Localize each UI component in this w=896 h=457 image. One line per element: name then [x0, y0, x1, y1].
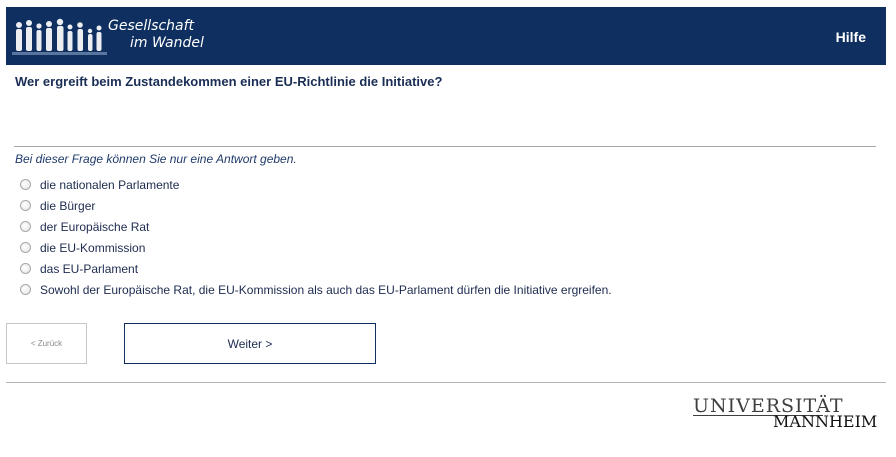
option-label: die nationalen Parlamente: [40, 178, 180, 192]
answer-option-eu-parlament[interactable]: das EU-Parlament: [20, 261, 680, 282]
answer-option-alle-drei[interactable]: Sowohl der Europäische Rat, die EU-Kommi…: [20, 282, 680, 303]
logo-title-line2: im Wandel: [130, 35, 204, 51]
radio-button[interactable]: [20, 221, 31, 232]
option-label: das EU-Parlament: [40, 262, 139, 276]
radio-button[interactable]: [20, 179, 31, 190]
radio-button[interactable]: [20, 284, 31, 295]
answer-options: die nationalen Parlamente die Bürger der…: [20, 177, 680, 303]
back-button[interactable]: < Zurück: [6, 323, 87, 364]
question-divider: [14, 146, 876, 147]
radio-button[interactable]: [20, 200, 31, 211]
footer-divider: [6, 382, 886, 383]
answer-option-nationale-parlamente[interactable]: die nationalen Parlamente: [20, 177, 680, 198]
answer-option-europaeischer-rat[interactable]: der Europäische Rat: [20, 219, 680, 240]
answer-option-eu-kommission[interactable]: die EU-Kommission: [20, 240, 680, 261]
university-name-bottom: MANNHEIM: [773, 412, 878, 431]
gesellschaft-im-wandel-logo: Gesellschaft im Wandel: [12, 13, 217, 63]
help-link[interactable]: Hilfe: [836, 29, 866, 45]
answer-instruction: Bei dieser Frage können Sie nur eine Ant…: [15, 152, 297, 166]
people-silhouettes-icon: [12, 18, 107, 55]
option-label: die EU-Kommission: [40, 241, 146, 255]
option-label: der Europäische Rat: [40, 220, 150, 234]
header-banner: Gesellschaft im Wandel Hilfe: [6, 7, 886, 65]
radio-button[interactable]: [20, 242, 31, 253]
logo-title-line1: Gesellschaft: [108, 18, 195, 34]
next-button[interactable]: Weiter >: [124, 323, 376, 364]
universitaet-mannheim-logo: UNIVERSITÄT MANNHEIM: [693, 395, 878, 435]
question-text: Wer ergreift beim Zustandekommen einer E…: [15, 74, 443, 89]
option-label: die Bürger: [40, 199, 96, 213]
option-label: Sowohl der Europäische Rat, die EU-Kommi…: [40, 283, 612, 297]
answer-option-buerger[interactable]: die Bürger: [20, 198, 680, 219]
radio-button[interactable]: [20, 263, 31, 274]
